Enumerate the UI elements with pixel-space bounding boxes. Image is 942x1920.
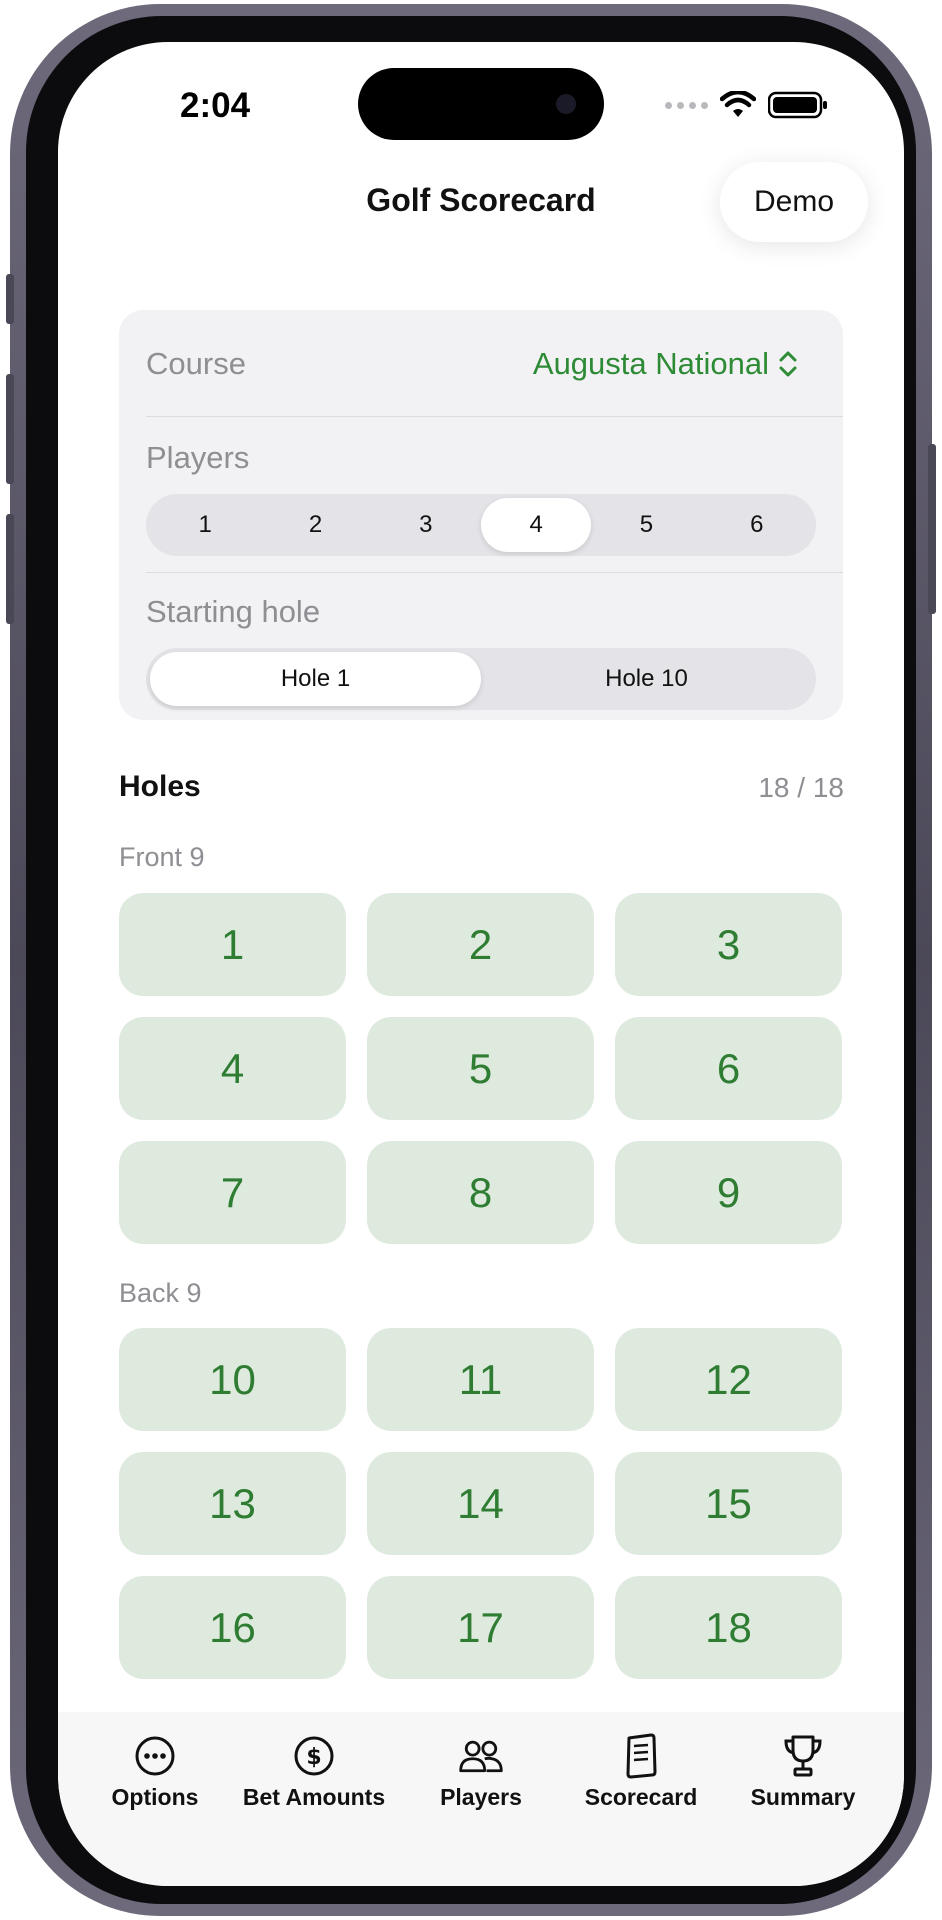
hole-button-4[interactable]: 4	[119, 1017, 346, 1120]
dynamic-island	[358, 68, 604, 140]
volume-up-button	[6, 374, 14, 484]
demo-button[interactable]: Demo	[720, 162, 868, 242]
screen: 2:04 Golf Scorecard Demo Course Augusta …	[58, 42, 904, 1886]
hole-button-3[interactable]: 3	[615, 893, 842, 996]
players-label: Players	[146, 440, 250, 475]
course-picker[interactable]: Augusta National	[533, 346, 799, 382]
trophy-icon	[779, 1732, 827, 1780]
players-option-1[interactable]: 1	[150, 498, 260, 552]
back-nine-grid: 10 11 12 13 14 15 16 17 18	[119, 1328, 844, 1679]
hole-button-8[interactable]: 8	[367, 1141, 594, 1244]
holes-title: Holes	[119, 770, 201, 803]
starting-hole-option-1[interactable]: Hole 1	[150, 652, 481, 706]
divider	[146, 572, 843, 573]
holes-count: 18 / 18	[758, 772, 844, 803]
starting-hole-segmented-control: Hole 1 Hole 10	[146, 648, 816, 710]
cellular-signal-icon	[665, 101, 708, 109]
players-option-5[interactable]: 5	[591, 498, 701, 552]
battery-icon	[768, 91, 827, 119]
volume-down-button	[6, 514, 14, 624]
players-option-3[interactable]: 3	[371, 498, 481, 552]
tab-scorecard[interactable]: Scorecard	[556, 1732, 726, 1811]
hole-button-11[interactable]: 11	[367, 1328, 594, 1431]
players-option-6[interactable]: 6	[702, 498, 812, 552]
action-button	[6, 274, 14, 324]
course-row[interactable]: Course Augusta National	[119, 310, 843, 416]
hole-button-14[interactable]: 14	[367, 1452, 594, 1555]
tab-players[interactable]: Players	[396, 1732, 566, 1811]
players-option-2[interactable]: 2	[260, 498, 370, 552]
hole-button-5[interactable]: 5	[367, 1017, 594, 1120]
tab-label: Summary	[750, 1784, 856, 1810]
hole-button-1[interactable]: 1	[119, 893, 346, 996]
hole-button-17[interactable]: 17	[367, 1576, 594, 1679]
wifi-icon	[720, 91, 756, 117]
hole-button-12[interactable]: 12	[615, 1328, 842, 1431]
hole-button-7[interactable]: 7	[119, 1141, 346, 1244]
chevron-up-down-icon	[779, 351, 797, 377]
tab-bar: Options $ Bet Amounts Players Scorecard …	[58, 1712, 904, 1886]
hole-button-13[interactable]: 13	[119, 1452, 346, 1555]
status-time: 2:04	[180, 86, 251, 125]
ellipsis-circle-icon	[131, 1732, 179, 1780]
tab-label: Scorecard	[584, 1784, 698, 1810]
divider	[146, 416, 843, 417]
hole-button-15[interactable]: 15	[615, 1452, 842, 1555]
svg-text:$: $	[306, 1745, 321, 1770]
tab-label: Players	[440, 1784, 522, 1810]
hole-button-16[interactable]: 16	[119, 1576, 346, 1679]
front-nine-label: Front 9	[119, 842, 205, 872]
course-value: Augusta National	[532, 346, 769, 381]
tab-label: Options	[111, 1784, 199, 1810]
phone-frame: 2:04 Golf Scorecard Demo Course Augusta …	[6, 4, 936, 1916]
people-icon	[457, 1732, 505, 1780]
starting-hole-option-10[interactable]: Hole 10	[481, 652, 812, 706]
hole-button-10[interactable]: 10	[119, 1328, 346, 1431]
dollar-circle-icon: $	[290, 1732, 338, 1780]
status-indicators	[665, 88, 828, 122]
power-button	[928, 444, 936, 614]
players-option-4[interactable]: 4	[480, 498, 592, 552]
tab-label: Bet Amounts	[242, 1784, 386, 1810]
tab-options[interactable]: Options	[70, 1732, 240, 1811]
back-nine-label: Back 9	[119, 1278, 202, 1308]
camera-icon	[556, 94, 576, 114]
settings-card: Course Augusta National Players 1 2 3 4 …	[119, 310, 843, 720]
front-nine-grid: 1 2 3 4 5 6 7 8 9	[119, 893, 844, 1244]
players-segmented-control: 1 2 3 4 5 6	[146, 494, 816, 556]
hole-button-2[interactable]: 2	[367, 893, 594, 996]
tab-summary[interactable]: Summary	[718, 1732, 888, 1811]
hole-button-9[interactable]: 9	[615, 1141, 842, 1244]
hole-button-6[interactable]: 6	[615, 1017, 842, 1120]
course-label: Course	[146, 346, 246, 381]
tab-bet-amounts[interactable]: $ Bet Amounts	[229, 1732, 399, 1811]
hole-button-18[interactable]: 18	[615, 1576, 842, 1679]
starting-hole-label: Starting hole	[146, 594, 321, 629]
scorecard-icon	[617, 1732, 665, 1780]
